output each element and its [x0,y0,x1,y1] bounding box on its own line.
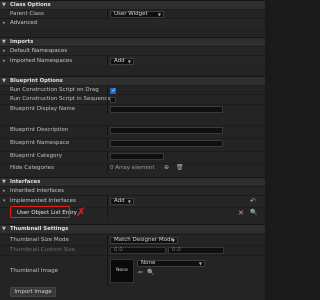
section-title: Imports [10,39,34,45]
chevron-down-icon: ▼ [198,261,202,266]
implemented-interfaces-label: Implemented Interfaces [10,198,76,204]
column-divider[interactable] [107,235,108,245]
expand-arrow-icon: ▸ [3,58,6,64]
section-thumbnail-settings[interactable]: ▼ Thumbnail Settings [0,224,265,233]
custom-size-y-input[interactable]: 0.0 [168,247,224,254]
category-input[interactable] [110,153,164,160]
section-interfaces[interactable]: ▼ Interfaces [0,177,265,186]
category-row: Blueprint Category [0,151,265,161]
chevron-down-icon: ▼ [2,179,6,185]
section-blueprint-options[interactable]: ▼ Blueprint Options [0,76,265,85]
column-divider[interactable] [107,164,108,173]
column-divider[interactable] [107,256,108,286]
default-namespaces-label: Default Namespaces [10,48,68,54]
imported-namespaces-row[interactable]: ▸ Imported Namespaces Add ▼ [0,55,265,67]
collapse-arrow-icon: ▾ [3,198,6,204]
column-divider[interactable] [107,105,108,114]
description-row: Blueprint Description [0,125,265,135]
chevron-down-icon: ▼ [2,78,6,84]
column-divider[interactable] [107,152,108,161]
hide-categories-row: Hide Categories 0 Array element ⊕ 🗑 [0,163,265,173]
column-divider[interactable] [107,208,108,218]
expand-arrow-icon: ▸ [3,48,6,54]
default-namespaces-row[interactable]: ▸ Default Namespaces [0,46,265,55]
parent-class-row: Parent Class User Widget ▼ [0,9,265,19]
description-input[interactable] [110,127,223,134]
size-mode-label: Thumbnail Size Mode [10,237,69,243]
size-mode-row: Thumbnail Size Mode Match Designer Mode … [0,234,265,245]
custom-size-label: Thumbnail Custom Size [10,247,75,253]
browse-asset-icon[interactable]: 🔍 [147,269,154,277]
run-in-sequencer-checkbox[interactable] [110,96,116,103]
section-title: Blueprint Options [10,78,63,84]
use-selected-icon[interactable]: ⇐ [138,269,143,277]
section-imports[interactable]: ▼ Imports [0,37,265,46]
section-title: Interfaces [10,179,41,185]
column-divider[interactable] [107,56,108,67]
parent-class-dropdown[interactable]: User Widget ▼ [110,11,164,18]
parent-class-label: Parent Class [10,11,44,17]
chevron-down-icon: ▼ [2,226,6,232]
reset-icon[interactable]: ↶ [250,197,256,205]
run-on-drag-row: Run Construction Script on Drag [0,85,265,95]
inherited-interfaces-label: Inherited Interfaces [10,188,65,194]
size-mode-dropdown[interactable]: Match Designer Mode ▼ [110,236,178,244]
column-divider[interactable] [107,196,108,207]
chevron-down-icon: ▼ [171,237,175,243]
namespace-input[interactable] [110,140,223,147]
clear-array-icon[interactable]: 🗑 [176,164,184,172]
imported-namespaces-add-dropdown[interactable]: Add ▼ [110,58,134,65]
display-name-label: Blueprint Display Name [10,106,76,112]
column-divider[interactable] [107,246,108,255]
implemented-interfaces-add-dropdown[interactable]: Add ▼ [110,198,134,205]
category-label: Blueprint Category [10,153,62,159]
custom-size-x-input[interactable]: 0.0 [110,247,166,254]
imported-namespaces-label: Imported Namespaces [10,58,73,64]
import-image-button[interactable]: Import Image [10,287,56,297]
column-divider[interactable] [107,95,108,104]
expand-arrow-icon: ▸ [3,20,6,26]
advanced-label: Advanced [10,20,38,26]
red-x-annotation-icon: ✗ [76,205,87,219]
chevron-down-icon: ▼ [127,59,131,64]
display-name-input[interactable] [110,106,223,113]
display-name-row: Blueprint Display Name [0,104,265,114]
browse-icon[interactable]: 🔍 [250,209,257,217]
run-in-sequencer-row: Run Construction Script in Sequencer [0,94,265,104]
column-divider[interactable] [107,126,108,135]
column-divider[interactable] [107,139,108,148]
chevron-down-icon: ▼ [127,199,131,204]
advanced-row[interactable]: ▸ Advanced [0,18,265,27]
namespace-row: Blueprint Namespace [0,138,265,148]
hide-categories-label: Hide Categories [10,165,54,171]
section-title: Class Options [10,2,51,8]
namespace-label: Blueprint Namespace [10,140,70,146]
chevron-down-icon: ▼ [157,12,161,17]
remove-interface-icon[interactable]: ✕ [238,209,244,217]
chevron-down-icon: ▼ [2,2,6,8]
array-count: 0 Array element [110,165,155,171]
expand-arrow-icon: ▸ [3,188,6,194]
run-in-sequencer-label: Run Construction Script in Sequencer [10,96,113,102]
description-label: Blueprint Description [10,127,69,133]
custom-size-row: Thumbnail Custom Size 0.0 0.0 [0,245,265,255]
run-on-drag-checkbox[interactable] [110,87,116,95]
highlight-annotation-box [10,206,70,218]
add-element-icon[interactable]: ⊕ [164,164,169,172]
implemented-interfaces-row[interactable]: ▾ Implemented Interfaces Add ▼ ↶ [0,195,265,207]
section-class-options[interactable]: ▼ Class Options [0,0,265,9]
thumbnail-image-row: Thumbnail Image None None ▼ ⇐ 🔍 [0,255,265,286]
thumbnail-preview[interactable]: None [110,259,134,283]
run-on-drag-label: Run Construction Script on Drag [10,87,99,93]
section-title: Thumbnail Settings [10,226,69,232]
chevron-down-icon: ▼ [2,39,6,45]
details-panel: ▼ Class Options Parent Class User Widget… [0,0,265,300]
thumbnail-image-label: Thumbnail Image [10,268,59,274]
inherited-interfaces-row[interactable]: ▸ Inherited Interfaces [0,186,265,195]
thumbnail-image-dropdown[interactable]: None ▼ [137,260,205,267]
